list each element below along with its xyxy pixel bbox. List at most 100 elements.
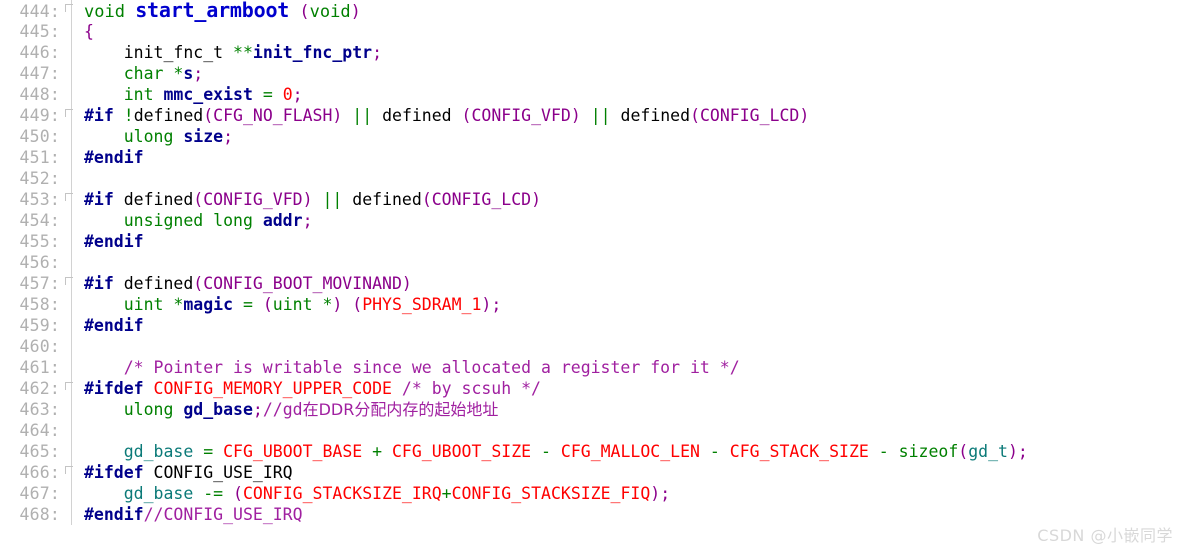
code-token: = [242,295,253,314]
line-number: 463: [19,400,60,419]
line-number: 459: [19,316,60,335]
code-line[interactable]: 453: #if defined(CONFIG_VFD) || defined(C… [0,189,1187,210]
fold-gutter [62,21,78,42]
code-viewer[interactable]: 444: void start_armboot (void) 445:{446: i… [0,0,1187,552]
code-token: gd_base [123,484,194,503]
code-text: uint *magic = (uint *) (PHYS_SDRAM_1); [78,294,1187,315]
code-token: - [709,442,720,461]
fold-gutter [62,294,78,315]
code-token: gd_base [183,400,253,419]
code-token: #if [84,106,114,125]
code-token: ) [332,106,343,125]
code-token: || [352,106,373,125]
code-token: ( [193,274,204,293]
code-token: + [441,484,452,503]
code-token: /* by scsuh */ [401,379,541,398]
fold-marker-icon[interactable] [62,378,78,399]
code-line[interactable]: 450: ulong size; [0,126,1187,147]
line-number: 464: [19,421,60,440]
code-text: ulong size; [78,126,1187,147]
line-number: 444: [19,2,60,21]
fold-marker-icon[interactable] [62,273,78,294]
fold-marker-icon[interactable] [62,189,78,210]
code-line[interactable]: 466: #ifdef CONFIG_USE_IRQ [0,462,1187,483]
code-line[interactable]: 460: [0,336,1187,357]
code-text: gd_base -= (CONFIG_STACKSIZE_IRQ+CONFIG_… [78,483,1187,504]
code-line[interactable]: 446: init_fnc_t **init_fnc_ptr; [0,42,1187,63]
code-token: init_fnc_ptr [252,43,373,62]
code-text: { [78,21,1187,42]
code-token: ) [799,106,810,125]
code-token: size [183,127,224,146]
code-line[interactable]: 449: #if !defined(CFG_NO_FLASH) || define… [0,105,1187,126]
fold-gutter [62,315,78,336]
code-token: + [372,442,383,461]
code-token: ( [461,106,472,125]
code-line[interactable]: 452: [0,168,1187,189]
code-line[interactable]: 445: { [0,21,1187,42]
fold-marker-icon[interactable] [62,0,78,21]
code-line[interactable]: 458: uint *magic = (uint *) (PHYS_SDRAM_… [0,294,1187,315]
code-token: ) [570,106,581,125]
code-token: //CONFIG_USE_IRQ [143,505,303,524]
fold-marker-icon[interactable] [62,462,78,483]
fold-gutter [62,126,78,147]
code-line[interactable]: 451: #endif [0,147,1187,168]
code-token: defined [113,190,194,209]
code-line[interactable]: 462: #ifdef CONFIG_MEMORY_UPPER_CODE /* b… [0,378,1187,399]
code-line[interactable]: 454: unsigned long addr; [0,210,1187,231]
code-token: -= [203,484,224,503]
code-token: CFG_UBOOT_BASE [223,442,363,461]
code-token: - [878,442,889,461]
code-token: #endif [84,505,144,524]
code-token: CFG_STACK_SIZE [729,442,869,461]
code-token: uint [272,295,323,314]
code-token: #if [84,190,114,209]
code-token: ( [203,106,214,125]
code-token: * [173,295,184,314]
code-line[interactable]: 467: gd_base -= (CONFIG_STACKSIZE_IRQ+CO… [0,483,1187,504]
code-token: defined [342,190,422,209]
code-line[interactable]: 461: /* Pointer is writable since we all… [0,357,1187,378]
code-token: ; [292,85,303,104]
code-text: #endif//CONFIG_USE_IRQ [78,504,1187,525]
code-token: { [84,22,94,41]
code-line[interactable]: 448: int mmc_exist = 0; [0,84,1187,105]
code-line[interactable]: 447: char *s; [0,63,1187,84]
code-line[interactable]: 456: [0,252,1187,273]
code-token: #endif [84,148,144,167]
code-token: sizeof [898,442,959,461]
fold-marker-icon[interactable] [62,105,78,126]
code-text: #if defined(CONFIG_BOOT_MOVINAND) [78,273,1187,294]
code-line[interactable]: 463: ulong gd_base;//gd在DDR分配内存的起始地址 [0,399,1187,420]
code-token: #endif [84,316,144,335]
code-line[interactable]: 464: [0,420,1187,441]
code-line[interactable]: 455: #endif [0,231,1187,252]
line-number: 465: [19,442,60,461]
code-line[interactable]: 444: void start_armboot (void) [0,0,1187,23]
code-text: void start_armboot (void) [78,0,1187,23]
code-line[interactable]: 468: #endif//CONFIG_USE_IRQ [0,504,1187,525]
code-text: /* Pointer is writable since we allocate… [78,357,1187,378]
code-line[interactable]: 457: #if defined(CONFIG_BOOT_MOVINAND) [0,273,1187,294]
code-line[interactable]: 459: #endif [0,315,1187,336]
fold-gutter [62,210,78,231]
fold-gutter [62,252,78,273]
code-token: ( [233,484,243,503]
line-number: 462: [19,379,60,398]
code-token: - [541,442,551,461]
code-token: /* Pointer is writable since we allocate… [84,358,740,377]
code-line[interactable]: 465: gd_base = CFG_UBOOT_BASE + CFG_UBOO… [0,441,1187,462]
line-number: 446: [19,43,60,62]
line-number: 466: [19,463,60,482]
